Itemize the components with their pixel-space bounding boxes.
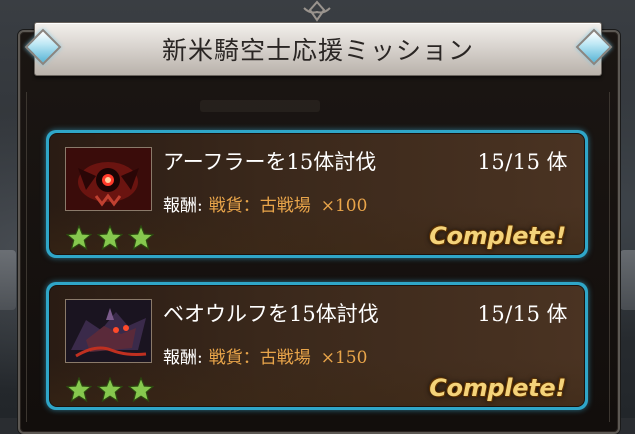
star-icon [66,225,92,250]
mission-stars [66,377,154,402]
background-right-tab [620,250,635,310]
star-icon [97,377,123,402]
mission-card-body: アーフラーを15体討伐 15/15 体 報酬: 戦貨：古戦場 ×100 Complet… [49,133,585,255]
star-icon [66,377,92,402]
reward-label: 報酬: [163,196,203,216]
star-icon [97,225,123,250]
complete-badge: Complete! [429,222,566,250]
mission-title: アーフラーを15体討伐 [163,150,377,174]
reward-item: 戦貨：古戦場 [208,348,311,368]
mission-reward: 報酬: 戦貨：古戦場 ×150 [163,343,367,368]
reward-label: 報酬: [163,348,203,368]
mission-progress: 15/15 体 [477,146,568,176]
mission-stars [66,225,154,250]
complete-badge: Complete! [429,374,566,402]
mission-progress-unit: 体 [546,150,568,174]
star-icon [128,377,154,402]
red-beast-monster-icon [65,147,152,211]
mission-card[interactable]: ベオウルフを15体討伐 15/15 体 報酬: 戦貨：古戦場 ×150 Complet… [46,282,588,410]
dark-wolf-monster-icon [65,299,152,363]
mission-title: ベオウルフを15体討伐 [163,302,379,326]
faded-background-text [200,100,320,112]
mission-card[interactable]: アーフラーを15体討伐 15/15 体 報酬: 戦貨：古戦場 ×100 Complet… [46,130,588,258]
page-title: 新米騎空士応援ミッション [161,36,474,65]
mission-card-body: ベオウルフを15体討伐 15/15 体 報酬: 戦貨：古戦場 ×150 Complet… [49,285,585,407]
mission-progress-count: 15/15 [477,302,541,326]
mission-progress: 15/15 体 [477,298,568,328]
mission-progress-unit: 体 [546,302,568,326]
star-icon [128,225,154,250]
mission-progress-count: 15/15 [477,150,541,174]
background-left-tab [0,250,16,310]
mission-reward: 報酬: 戦貨：古戦場 ×100 [163,191,367,216]
reward-multiplier: ×100 [320,196,368,216]
panel-header: 新米騎空士応援ミッション [34,22,602,76]
reward-item: 戦貨：古戦場 [208,196,311,216]
reward-multiplier: ×150 [320,348,368,368]
